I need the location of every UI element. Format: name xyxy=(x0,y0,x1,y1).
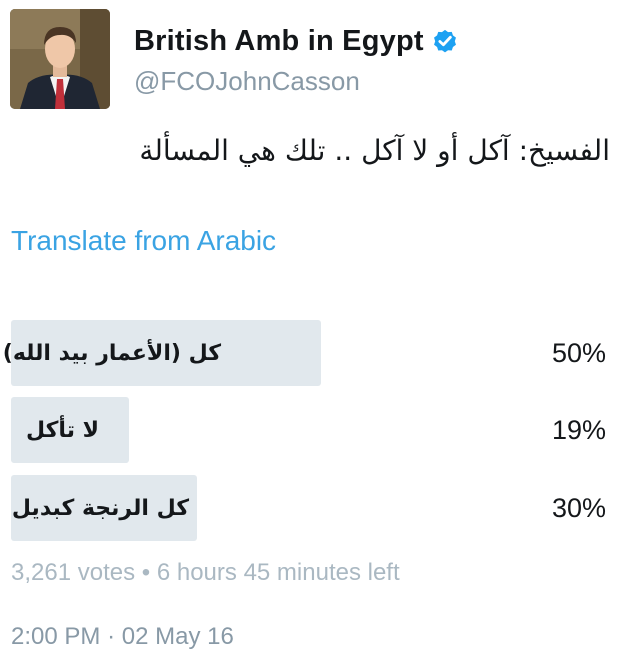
author-display-name[interactable]: British Amb in Egypt xyxy=(134,25,424,58)
poll-option-percent: 30% xyxy=(551,492,606,523)
poll-option-label: لا تأكل xyxy=(26,417,99,443)
poll-option: لا تأكل 19% xyxy=(11,397,609,463)
poll-time-left: 6 hours 45 minutes left xyxy=(156,559,400,586)
avatar[interactable] xyxy=(10,9,110,109)
author-handle[interactable]: @FCOJohnCasson xyxy=(134,66,360,97)
timestamp-date: 02 May 16 xyxy=(121,623,234,650)
poll-option-percent: 19% xyxy=(551,414,606,445)
profile-photo xyxy=(10,9,110,109)
timestamp-time: 2:00 PM xyxy=(11,623,101,650)
poll-votes: 3,261 votes xyxy=(11,559,136,586)
poll-meta-separator: • xyxy=(141,559,151,586)
poll-meta: 3,261 votes • 6 hours 45 minutes left xyxy=(11,559,400,587)
poll-option: كل (الأعمار بيد الله) 50% xyxy=(3,320,609,386)
verified-badge-icon xyxy=(431,27,459,55)
poll-option-label: كل (الأعمار بيد الله) xyxy=(2,340,221,366)
translate-link[interactable]: Translate from Arabic xyxy=(11,225,276,257)
tweet-timestamp[interactable]: 2:00 PM · 02 May 16 xyxy=(11,623,234,651)
author-name-row: British Amb in Egypt xyxy=(134,22,459,60)
timestamp-separator: · xyxy=(107,623,116,650)
poll-option-percent: 50% xyxy=(551,337,606,368)
poll-option-label: كل الرنجة كبديل xyxy=(11,495,189,521)
tweet-text: الفسيخ: آكل أو لا آكل .. تلك هي المسألة xyxy=(139,134,610,167)
poll-option: كل الرنجة كبديل 30% xyxy=(11,475,609,541)
